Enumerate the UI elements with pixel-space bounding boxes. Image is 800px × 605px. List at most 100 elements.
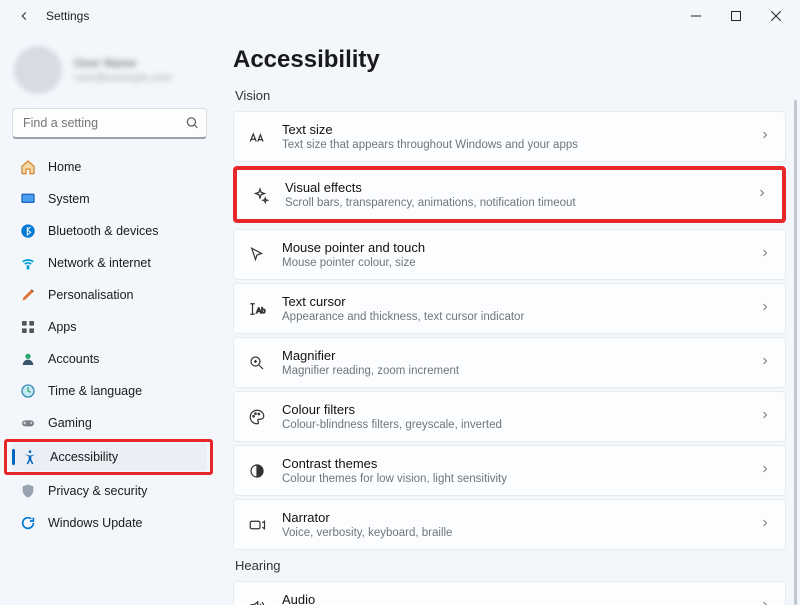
card-visual-effects[interactable]: Visual effects Scroll bars, transparency… [237,170,782,219]
bluetooth-icon [20,223,36,239]
sidebar-item-apps[interactable]: Apps [10,313,209,341]
home-icon [20,159,36,175]
sidebar-item-label: Apps [48,320,77,334]
system-icon [20,191,36,207]
sidebar-item-label: Home [48,160,81,174]
sidebar-item-label: Personalisation [48,288,133,302]
sidebar-item-privacy[interactable]: Privacy & security [10,477,209,505]
card-subtitle: Colour themes for low vision, light sens… [282,473,743,485]
titlebar: Settings [0,0,800,32]
sidebar-item-label: Accounts [48,352,99,366]
chevron-right-icon [759,517,771,532]
speaker-icon [248,598,266,605]
card-visual-effects-highlight: Visual effects Scroll bars, transparency… [233,166,786,223]
card-title: Colour filters [282,402,743,417]
chevron-right-icon [756,187,768,202]
sidebar-item-label: Windows Update [48,516,143,530]
chevron-right-icon [759,599,771,605]
card-subtitle: Magnifier reading, zoom increment [282,365,743,377]
person-icon [20,351,36,367]
sidebar-item-accessibility[interactable]: Accessibility [12,443,207,471]
sidebar-item-label: Privacy & security [48,484,147,498]
back-button[interactable] [10,2,38,30]
card-subtitle: Appearance and thickness, text cursor in… [282,311,743,323]
text-size-icon [248,128,266,146]
accessibility-icon [22,449,38,465]
card-title: Magnifier [282,348,743,363]
card-title: Text cursor [282,294,743,309]
sidebar-item-accounts[interactable]: Accounts [10,345,209,373]
card-title: Text size [282,122,743,137]
card-title: Narrator [282,510,743,525]
chevron-right-icon [759,355,771,370]
sidebar-item-bluetooth[interactable]: Bluetooth & devices [10,217,209,245]
window-title: Settings [46,9,89,23]
card-audio[interactable]: Audio Mono audio, audio notifications [233,581,786,605]
chevron-right-icon [759,409,771,424]
cursor-icon [248,246,266,264]
card-subtitle: Text size that appears throughout Window… [282,139,743,151]
card-colour-filters[interactable]: Colour filters Colour-blindness filters,… [233,391,786,442]
sidebar: User Name user@example.com Home System B… [0,32,215,605]
sidebar-item-personalisation[interactable]: Personalisation [10,281,209,309]
svg-text:Ab: Ab [256,305,265,314]
card-narrator[interactable]: Narrator Voice, verbosity, keyboard, bra… [233,499,786,550]
sidebar-item-label: Network & internet [48,256,151,270]
card-subtitle: Scroll bars, transparency, animations, n… [285,197,740,209]
search-input[interactable] [12,108,207,139]
maximize-icon [731,11,741,21]
back-arrow-icon [17,9,31,23]
card-text-cursor[interactable]: Ab Text cursor Appearance and thickness,… [233,283,786,334]
card-contrast-themes[interactable]: Contrast themes Colour themes for low vi… [233,445,786,496]
scrollbar[interactable] [794,100,797,605]
update-icon [20,515,36,531]
card-title: Contrast themes [282,456,743,471]
gamepad-icon [20,415,36,431]
minimize-icon [691,11,701,21]
card-title: Audio [282,592,743,605]
sidebar-item-label: System [48,192,90,206]
card-title: Mouse pointer and touch [282,240,743,255]
wifi-icon [20,255,36,271]
magnifier-icon [248,354,266,372]
main-content: Accessibility Vision Text size Text size… [215,32,800,605]
sidebar-item-gaming[interactable]: Gaming [10,409,209,437]
narrator-icon [248,516,266,534]
chevron-right-icon [759,463,771,478]
sidebar-item-home[interactable]: Home [10,153,209,181]
user-name: User Name [74,56,172,70]
sidebar-item-windows-update[interactable]: Windows Update [10,509,209,537]
chevron-right-icon [759,247,771,262]
search-wrap [12,108,207,139]
section-header-hearing: Hearing [235,558,786,573]
sidebar-item-label: Accessibility [50,450,118,464]
sparkle-icon [251,186,269,204]
maximize-button[interactable] [716,2,756,30]
card-title: Visual effects [285,180,740,195]
user-account-block[interactable]: User Name user@example.com [10,38,209,104]
chevron-right-icon [759,301,771,316]
shield-icon [20,483,36,499]
section-header-vision: Vision [235,88,786,103]
card-subtitle: Colour-blindness filters, greyscale, inv… [282,419,743,431]
sidebar-item-label: Gaming [48,416,92,430]
page-title: Accessibility [233,46,786,74]
user-email: user@example.com [74,72,172,84]
card-subtitle: Voice, verbosity, keyboard, braille [282,527,743,539]
card-text-size[interactable]: Text size Text size that appears through… [233,111,786,162]
text-cursor-icon: Ab [248,300,266,318]
card-mouse-pointer[interactable]: Mouse pointer and touch Mouse pointer co… [233,229,786,280]
apps-icon [20,319,36,335]
chevron-right-icon [759,129,771,144]
clock-globe-icon [20,383,36,399]
sidebar-item-time-language[interactable]: Time & language [10,377,209,405]
sidebar-item-label: Bluetooth & devices [48,224,159,238]
close-icon [771,11,781,21]
sidebar-item-system[interactable]: System [10,185,209,213]
palette-icon [248,408,266,426]
card-magnifier[interactable]: Magnifier Magnifier reading, zoom increm… [233,337,786,388]
close-button[interactable] [756,2,796,30]
minimize-button[interactable] [676,2,716,30]
sidebar-accessibility-highlight: Accessibility [4,439,213,475]
sidebar-item-network[interactable]: Network & internet [10,249,209,277]
